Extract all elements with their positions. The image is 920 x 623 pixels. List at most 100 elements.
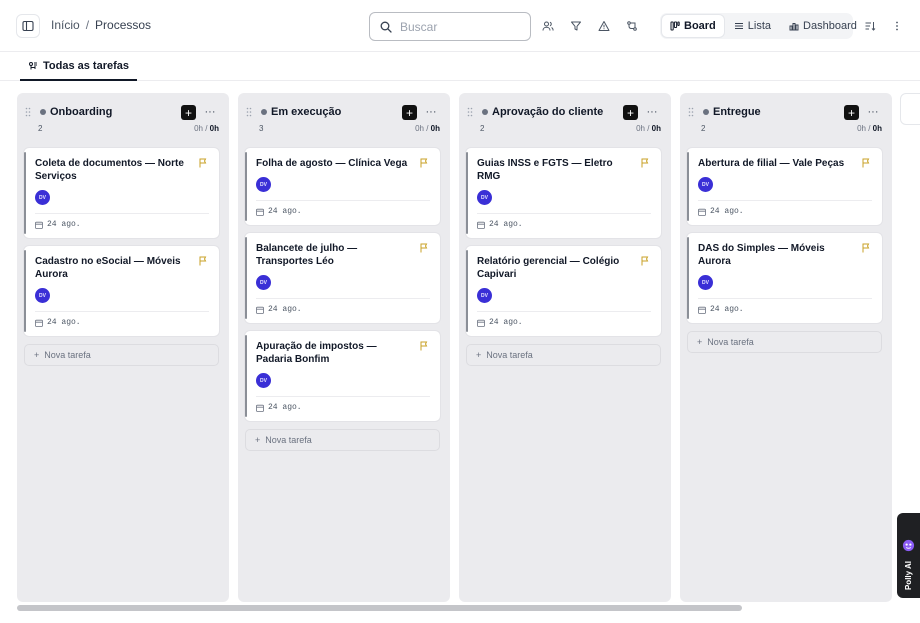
flag-icon[interactable]	[419, 341, 429, 351]
card-accent-bar	[466, 152, 468, 234]
avatar[interactable]: DV	[698, 177, 713, 192]
warning-button[interactable]	[596, 18, 612, 34]
flag-icon[interactable]	[198, 256, 208, 266]
column-menu-button[interactable]: ···	[203, 105, 217, 119]
due-date: 24 ago.	[489, 318, 523, 327]
status-dot	[482, 109, 488, 115]
sidebar-toggle-button[interactable]	[16, 14, 40, 38]
task-card[interactable]: Abertura de filial — Vale Peças DV 24 ag…	[687, 148, 882, 225]
task-card[interactable]: Apuração de impostos — Padaria Bonfim DV…	[245, 331, 440, 421]
drag-handle-icon[interactable]	[25, 107, 31, 117]
avatar[interactable]: DV	[256, 373, 271, 388]
task-card[interactable]: DAS do Simples — Móveis Aurora DV 24 ago…	[687, 233, 882, 323]
sub-bar: Todas as tarefas	[0, 52, 920, 81]
add-task-button[interactable]: +	[623, 105, 638, 120]
flag-icon[interactable]	[640, 158, 650, 168]
calendar-icon	[477, 221, 485, 229]
flag-icon[interactable]	[419, 243, 429, 253]
card-footer: 24 ago.	[466, 312, 661, 336]
new-task-button[interactable]: + Nova tarefa	[687, 331, 882, 353]
avatar[interactable]: DV	[477, 288, 492, 303]
dashboard-icon	[789, 23, 799, 31]
search-input[interactable]	[400, 19, 510, 34]
task-title: Apuração de impostos — Padaria Bonfim	[256, 341, 377, 365]
filter-button[interactable]	[568, 18, 584, 34]
flag-icon[interactable]	[861, 158, 871, 168]
column-count: 3	[259, 124, 264, 133]
calendar-icon	[35, 221, 43, 229]
flag-icon[interactable]	[861, 243, 871, 253]
task-card[interactable]: Balancete de julho — Transportes Léo DV …	[245, 233, 440, 323]
task-title: Coleta de documentos — Norte Serviços	[35, 158, 184, 182]
avatar[interactable]: DV	[477, 190, 492, 205]
avatar[interactable]: DV	[698, 275, 713, 290]
task-card[interactable]: Relatório gerencial — Colégio Capivari D…	[466, 246, 661, 336]
drag-handle-icon[interactable]	[688, 107, 694, 117]
tasks-icon	[29, 61, 37, 69]
avatar[interactable]: DV	[35, 288, 50, 303]
assistant-launcher[interactable]: Polly AI	[897, 513, 920, 598]
avatar[interactable]: DV	[256, 275, 271, 290]
sidebar-icon	[22, 20, 34, 32]
column-entregue: Entregue + ··· 2 0h / 0h Abertura de fil…	[680, 93, 892, 602]
column-em-execucao: Em execução + ··· 3 0h / 0h Folha de ago…	[238, 93, 450, 602]
more-horizontal-icon: ···	[425, 106, 437, 118]
flag-icon[interactable]	[198, 158, 208, 168]
add-task-button[interactable]: +	[844, 105, 859, 120]
flag-icon[interactable]	[419, 158, 429, 168]
avatar[interactable]: DV	[35, 190, 50, 205]
tab-all-tasks[interactable]: Todas as tarefas	[20, 52, 138, 81]
due-date: 24 ago.	[268, 403, 302, 412]
tab-all-tasks-label: Todas as tarefas	[43, 59, 130, 72]
view-board-label: Board	[684, 20, 716, 32]
search-box[interactable]	[369, 12, 531, 41]
drag-handle-icon[interactable]	[246, 107, 252, 117]
view-list-button[interactable]: Lista	[726, 15, 779, 37]
column-header: Aprovação do cliente + ··· 2 0h / 0h	[459, 93, 671, 133]
people-button[interactable]	[540, 18, 556, 34]
status-dot	[261, 109, 267, 115]
task-card[interactable]: Coleta de documentos — Norte Serviços DV…	[24, 148, 219, 238]
new-task-button[interactable]: + Nova tarefa	[24, 344, 219, 366]
view-list-label: Lista	[747, 20, 772, 32]
plus-icon: +	[697, 337, 703, 347]
status-dot	[40, 109, 46, 115]
drag-handle-icon[interactable]	[467, 107, 473, 117]
more-options-button[interactable]	[889, 18, 905, 34]
horizontal-scrollbar[interactable]	[17, 605, 742, 611]
avatar[interactable]: DV	[256, 177, 271, 192]
flag-icon[interactable]	[640, 256, 650, 266]
new-task-button[interactable]: + Nova tarefa	[245, 429, 440, 451]
column-menu-button[interactable]: ···	[645, 105, 659, 119]
calendar-icon	[698, 208, 706, 216]
card-footer: 24 ago.	[24, 312, 219, 336]
sort-button[interactable]	[862, 18, 878, 34]
column-header: Entregue + ··· 2 0h / 0h	[680, 93, 892, 133]
view-dashboard-button[interactable]: Dashboard	[781, 15, 865, 37]
list-icon	[734, 23, 743, 29]
column-menu-button[interactable]: ···	[424, 105, 438, 119]
task-card[interactable]: Cadastro no eSocial — Móveis Aurora DV 2…	[24, 246, 219, 336]
task-title: Balancete de julho — Transportes Léo	[256, 243, 358, 267]
column-menu-button[interactable]: ···	[866, 105, 880, 119]
branch-button[interactable]	[624, 18, 640, 34]
more-horizontal-icon: ···	[204, 106, 216, 118]
breadcrumb-home-link[interactable]: Início	[51, 18, 80, 32]
breadcrumb-current: Processos	[95, 18, 152, 32]
add-task-button[interactable]: +	[402, 105, 417, 120]
people-icon	[542, 21, 554, 31]
add-task-button[interactable]: +	[181, 105, 196, 120]
due-date: 24 ago.	[268, 305, 302, 314]
column-title: Aprovação do cliente	[492, 106, 604, 118]
warning-icon	[598, 21, 610, 31]
calendar-icon	[698, 306, 706, 314]
view-board-button[interactable]: Board	[662, 15, 724, 37]
due-date: 24 ago.	[710, 207, 744, 216]
search-icon	[380, 21, 392, 33]
add-column-button[interactable]	[900, 93, 920, 125]
task-card[interactable]: Guias INSS e FGTS — Eletro RMG DV 24 ago…	[466, 148, 661, 238]
due-date: 24 ago.	[47, 220, 81, 229]
new-task-button[interactable]: + Nova tarefa	[466, 344, 661, 366]
task-card[interactable]: Folha de agosto — Clínica Vega DV 24 ago…	[245, 148, 440, 225]
column-header: Em execução + ··· 3 0h / 0h	[238, 93, 450, 133]
